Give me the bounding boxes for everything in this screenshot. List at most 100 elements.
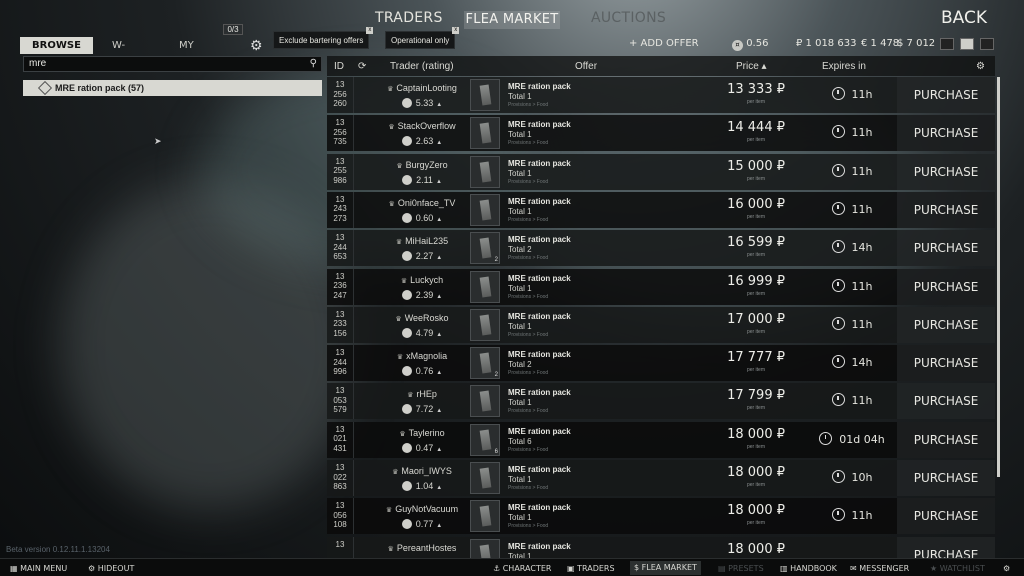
trader-name[interactable]: ♛ GuyNotVacuum (363, 504, 481, 514)
purchase-button[interactable]: PURCHASE (897, 191, 995, 228)
tab-wlist[interactable]: W-LIST (112, 37, 133, 68)
purchase-button[interactable]: PURCHASE (897, 306, 995, 343)
table-row[interactable]: 13 056 108 ♛ GuyNotVacuum 0.77 ▲ MRE ration pac… (327, 498, 995, 535)
offer-item-name[interactable]: MRE ration pack (508, 197, 571, 206)
purchase-button[interactable]: PURCHASE (897, 421, 995, 458)
trader-name[interactable]: ♛ MiHaiL235 (363, 236, 481, 246)
close-icon[interactable]: x (366, 27, 374, 34)
table-row[interactable]: 13 ♛ PereantHostes MRE ration pack Total 1 18… (327, 536, 995, 558)
trader-name[interactable]: ♛ Taylerino (363, 428, 481, 438)
column-expires[interactable]: Expires in (822, 61, 866, 72)
item-thumbnail[interactable]: 6 (470, 423, 500, 456)
item-thumbnail[interactable]: 2 (470, 347, 500, 380)
offer-item-name[interactable]: MRE ration pack (508, 427, 571, 436)
scrollbar[interactable] (997, 77, 1000, 477)
item-thumbnail[interactable] (470, 538, 500, 558)
offer-item-name[interactable]: MRE ration pack (508, 235, 571, 244)
presets-button[interactable]: ▤ PRESETS (718, 564, 764, 573)
trader-name[interactable]: ♛ Oni0nface_TV (363, 198, 481, 208)
table-row[interactable]: 13 233 156 ♛ WeeRosko 4.79 ▲ MRE ration pack Tot… (327, 306, 995, 343)
offer-item-name[interactable]: MRE ration pack (508, 350, 571, 359)
offer-item-name[interactable]: MRE ration pack (508, 503, 571, 512)
table-row[interactable]: 13 255 986 ♛ BurgyZero 2.11 ▲ MRE ration pack To… (327, 153, 995, 190)
nav-flea-market[interactable]: FLEA MARKET (464, 11, 560, 29)
gear-icon[interactable]: ⚙ (250, 38, 264, 52)
operational-only-toggle[interactable]: Operational only x (385, 27, 460, 49)
handbook-button[interactable]: ▥ HANDBOOK (780, 564, 837, 573)
add-offer-button[interactable]: + ADD OFFER (629, 38, 699, 49)
purchase-button[interactable]: PURCHASE (897, 383, 995, 420)
tab-my-offers[interactable]: MY OFFERS (179, 37, 218, 68)
table-row[interactable]: 13 236 247 ♛ Luckych 2.39 ▲ MRE ration pack Tota… (327, 268, 995, 305)
table-row[interactable]: 13 243 273 ♛ Oni0nface_TV 0.60 ▲ MRE ration pac… (327, 191, 995, 228)
offer-item-name[interactable]: MRE ration pack (508, 82, 571, 91)
trader-name[interactable]: ♛ Maori_IWYS (363, 466, 481, 476)
compact-view-icon[interactable] (960, 38, 974, 50)
table-row[interactable]: 13 022 863 ♛ Maori_IWYS 1.04 ▲ MRE ration pack T… (327, 460, 995, 496)
trader-name[interactable]: ♛ xMagnolia (363, 351, 481, 361)
main-menu-button[interactable]: ▦ MAIN MENU (10, 564, 67, 573)
refresh-icon[interactable]: ⟳ (358, 61, 366, 72)
purchase-button[interactable]: PURCHASE (897, 230, 995, 267)
grid-view-icon[interactable] (980, 38, 994, 50)
trader-name[interactable]: ♛ CaptainLooting (363, 83, 481, 93)
tab-browse[interactable]: BROWSE (20, 37, 93, 54)
traders-button[interactable]: ▣ TRADERS (567, 564, 615, 573)
item-thumbnail[interactable] (470, 79, 500, 111)
offer-item-name[interactable]: MRE ration pack (508, 312, 571, 321)
item-thumbnail[interactable] (470, 155, 500, 188)
search-icon[interactable]: ⚲ (310, 58, 317, 69)
trader-name[interactable]: ♛ BurgyZero (363, 160, 481, 170)
trader-name[interactable]: ♛ rHEp (363, 389, 481, 399)
item-thumbnail[interactable] (470, 308, 500, 341)
item-thumbnail[interactable] (470, 385, 500, 418)
table-row[interactable]: 13 244 653 ♛ MiHaiL235 2.27 ▲ 2 MRE ration pack T… (327, 230, 995, 267)
table-row[interactable]: 13 256 260 ♛ CaptainLooting 5.33 ▲ MRE ration p… (327, 77, 995, 113)
item-thumbnail[interactable] (470, 117, 500, 150)
back-button[interactable]: BACK (941, 8, 987, 28)
category-result-item[interactable]: MRE ration pack (57) (23, 80, 322, 96)
table-row[interactable]: 13 021 431 ♛ Taylerino 0.47 ▲ 6 MRE ration pack T… (327, 421, 995, 458)
purchase-button[interactable]: PURCHASE (897, 153, 995, 190)
offer-item-name[interactable]: MRE ration pack (508, 542, 571, 551)
watchlist-button[interactable]: ★ WATCHLIST (930, 564, 985, 573)
table-row[interactable]: 13 256 735 ♛ StackOverflow 2.63 ▲ MRE ration pa… (327, 115, 995, 152)
purchase-button[interactable]: PURCHASE (897, 536, 995, 558)
trader-name[interactable]: ♛ WeeRosko (363, 313, 481, 323)
offer-item-name[interactable]: MRE ration pack (508, 388, 571, 397)
purchase-button[interactable]: PURCHASE (897, 77, 995, 113)
table-row[interactable]: 13 053 579 ♛ rHEp 7.72 ▲ MRE ration pack Total 1… (327, 383, 995, 420)
hideout-button[interactable]: ⚙ HIDEOUT (88, 564, 134, 573)
list-view-icon[interactable] (940, 38, 954, 50)
offer-item-name[interactable]: MRE ration pack (508, 120, 571, 129)
offer-item-name[interactable]: MRE ration pack (508, 274, 571, 283)
trader-name[interactable]: ♛ PereantHostes (363, 543, 481, 553)
column-id[interactable]: ID (334, 61, 344, 72)
exclude-bartering-toggle[interactable]: Exclude bartering offers x (273, 27, 374, 49)
nav-auctions[interactable]: AUCTIONS (591, 10, 666, 26)
offer-item-name[interactable]: MRE ration pack (508, 159, 571, 168)
purchase-button[interactable]: PURCHASE (897, 115, 995, 152)
nav-traders[interactable]: TRADERS (375, 10, 443, 26)
flea-market-button[interactable]: $ FLEA MARKET (630, 561, 701, 575)
item-thumbnail[interactable] (470, 500, 500, 533)
item-thumbnail[interactable] (470, 270, 500, 303)
offer-item-name[interactable]: MRE ration pack (508, 465, 571, 474)
messenger-button[interactable]: ✉ MESSENGER (850, 564, 909, 573)
settings-icon[interactable]: ⚙ (976, 61, 985, 72)
purchase-button[interactable]: PURCHASE (897, 460, 995, 496)
purchase-button[interactable]: PURCHASE (897, 498, 995, 535)
column-price[interactable]: Price ▴ (736, 61, 767, 72)
trader-name[interactable]: ♛ Luckych (363, 275, 481, 285)
column-offer[interactable]: Offer (575, 61, 597, 72)
close-icon[interactable]: x (452, 27, 460, 34)
item-thumbnail[interactable] (470, 462, 500, 494)
column-trader[interactable]: Trader (rating) (390, 61, 454, 72)
search-input[interactable]: mre ⚲ (23, 56, 322, 72)
trader-name[interactable]: ♛ StackOverflow (363, 121, 481, 131)
settings-icon[interactable]: ⚙ (1003, 564, 1010, 573)
purchase-button[interactable]: PURCHASE (897, 268, 995, 305)
character-button[interactable]: ⚓ CHARACTER (493, 564, 551, 573)
purchase-button[interactable]: PURCHASE (897, 345, 995, 382)
item-thumbnail[interactable] (470, 193, 500, 226)
